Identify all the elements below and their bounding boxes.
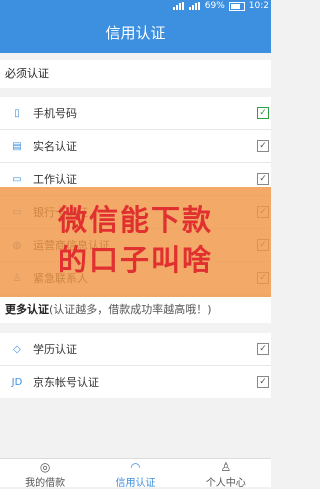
status-bar: 69% 10:2 <box>0 0 271 13</box>
signal-icon <box>172 2 185 10</box>
more-item-label: 京东帐号认证 <box>33 376 99 389</box>
required-section-header: 必须认证 <box>0 60 271 88</box>
required-item-row[interactable]: ▤ 实名认证 ✓ <box>0 130 271 163</box>
nav-item-label: 我的借款 <box>25 478 66 489</box>
more-list: ◇ 学历认证 ✓ JD 京东帐号认证 ✓ <box>0 333 271 398</box>
checkbox-icon[interactable]: ✓ <box>257 343 269 355</box>
checkbox-icon[interactable]: ✓ <box>257 140 269 152</box>
nav-item[interactable]: ◎ 我的借款 <box>0 459 90 489</box>
nav-item-label: 信用认证 <box>115 478 156 489</box>
checkbox-icon[interactable]: ✓ <box>257 376 269 388</box>
nav-item[interactable]: ♙ 个人中心 <box>181 459 271 489</box>
user-icon: ♙ <box>220 460 232 474</box>
signal-icon <box>188 2 201 10</box>
required-item-row[interactable]: ▯ 手机号码 ✓ <box>0 97 271 130</box>
checkbox-icon[interactable]: ✓ <box>257 173 269 185</box>
phone-icon: ▯ <box>14 107 20 119</box>
required-item-label: 手机号码 <box>33 107 77 120</box>
clock: 10:2 <box>248 1 269 11</box>
more-item-label: 学历认证 <box>33 343 77 356</box>
more-section-header: 更多认证(认证越多，借款成功率越高哦！) <box>0 297 271 323</box>
more-section-title: 更多认证 <box>5 303 49 316</box>
required-section-title: 必须认证 <box>5 67 49 80</box>
battery-percent: 69% <box>204 1 225 11</box>
page-header: 信用认证 <box>0 13 271 53</box>
battery-icon <box>228 1 245 11</box>
overlay-line-2: 的口子叫啥 <box>57 243 213 277</box>
page-title: 信用认证 <box>105 24 166 42</box>
id-card-icon: ▤ <box>12 140 22 152</box>
bottom-nav: ◎ 我的借款 ◠ 信用认证 ♙ 个人中心 <box>0 458 271 489</box>
overlay-text: 微信能下款 的口子叫啥 <box>0 200 271 280</box>
checkbox-icon[interactable]: ✓ <box>257 107 269 119</box>
more-item-row[interactable]: JD 京东帐号认证 ✓ <box>0 366 271 398</box>
briefcase-icon: ▭ <box>12 173 22 185</box>
graduation-cap-icon: ◇ <box>13 343 21 355</box>
shield-icon: ◠ <box>130 460 141 474</box>
more-section-subtitle: (认证越多，借款成功率越高哦！) <box>49 303 212 316</box>
required-item-label: 工作认证 <box>33 173 77 186</box>
more-item-row[interactable]: ◇ 学历认证 ✓ <box>0 333 271 366</box>
wallet-icon: ◎ <box>39 460 51 474</box>
nav-item[interactable]: ◠ 信用认证 <box>90 459 180 489</box>
jd-icon: JD <box>11 376 23 388</box>
required-item-label: 实名认证 <box>33 140 77 153</box>
overlay-line-1: 微信能下款 <box>57 203 213 237</box>
nav-item-label: 个人中心 <box>205 478 246 489</box>
